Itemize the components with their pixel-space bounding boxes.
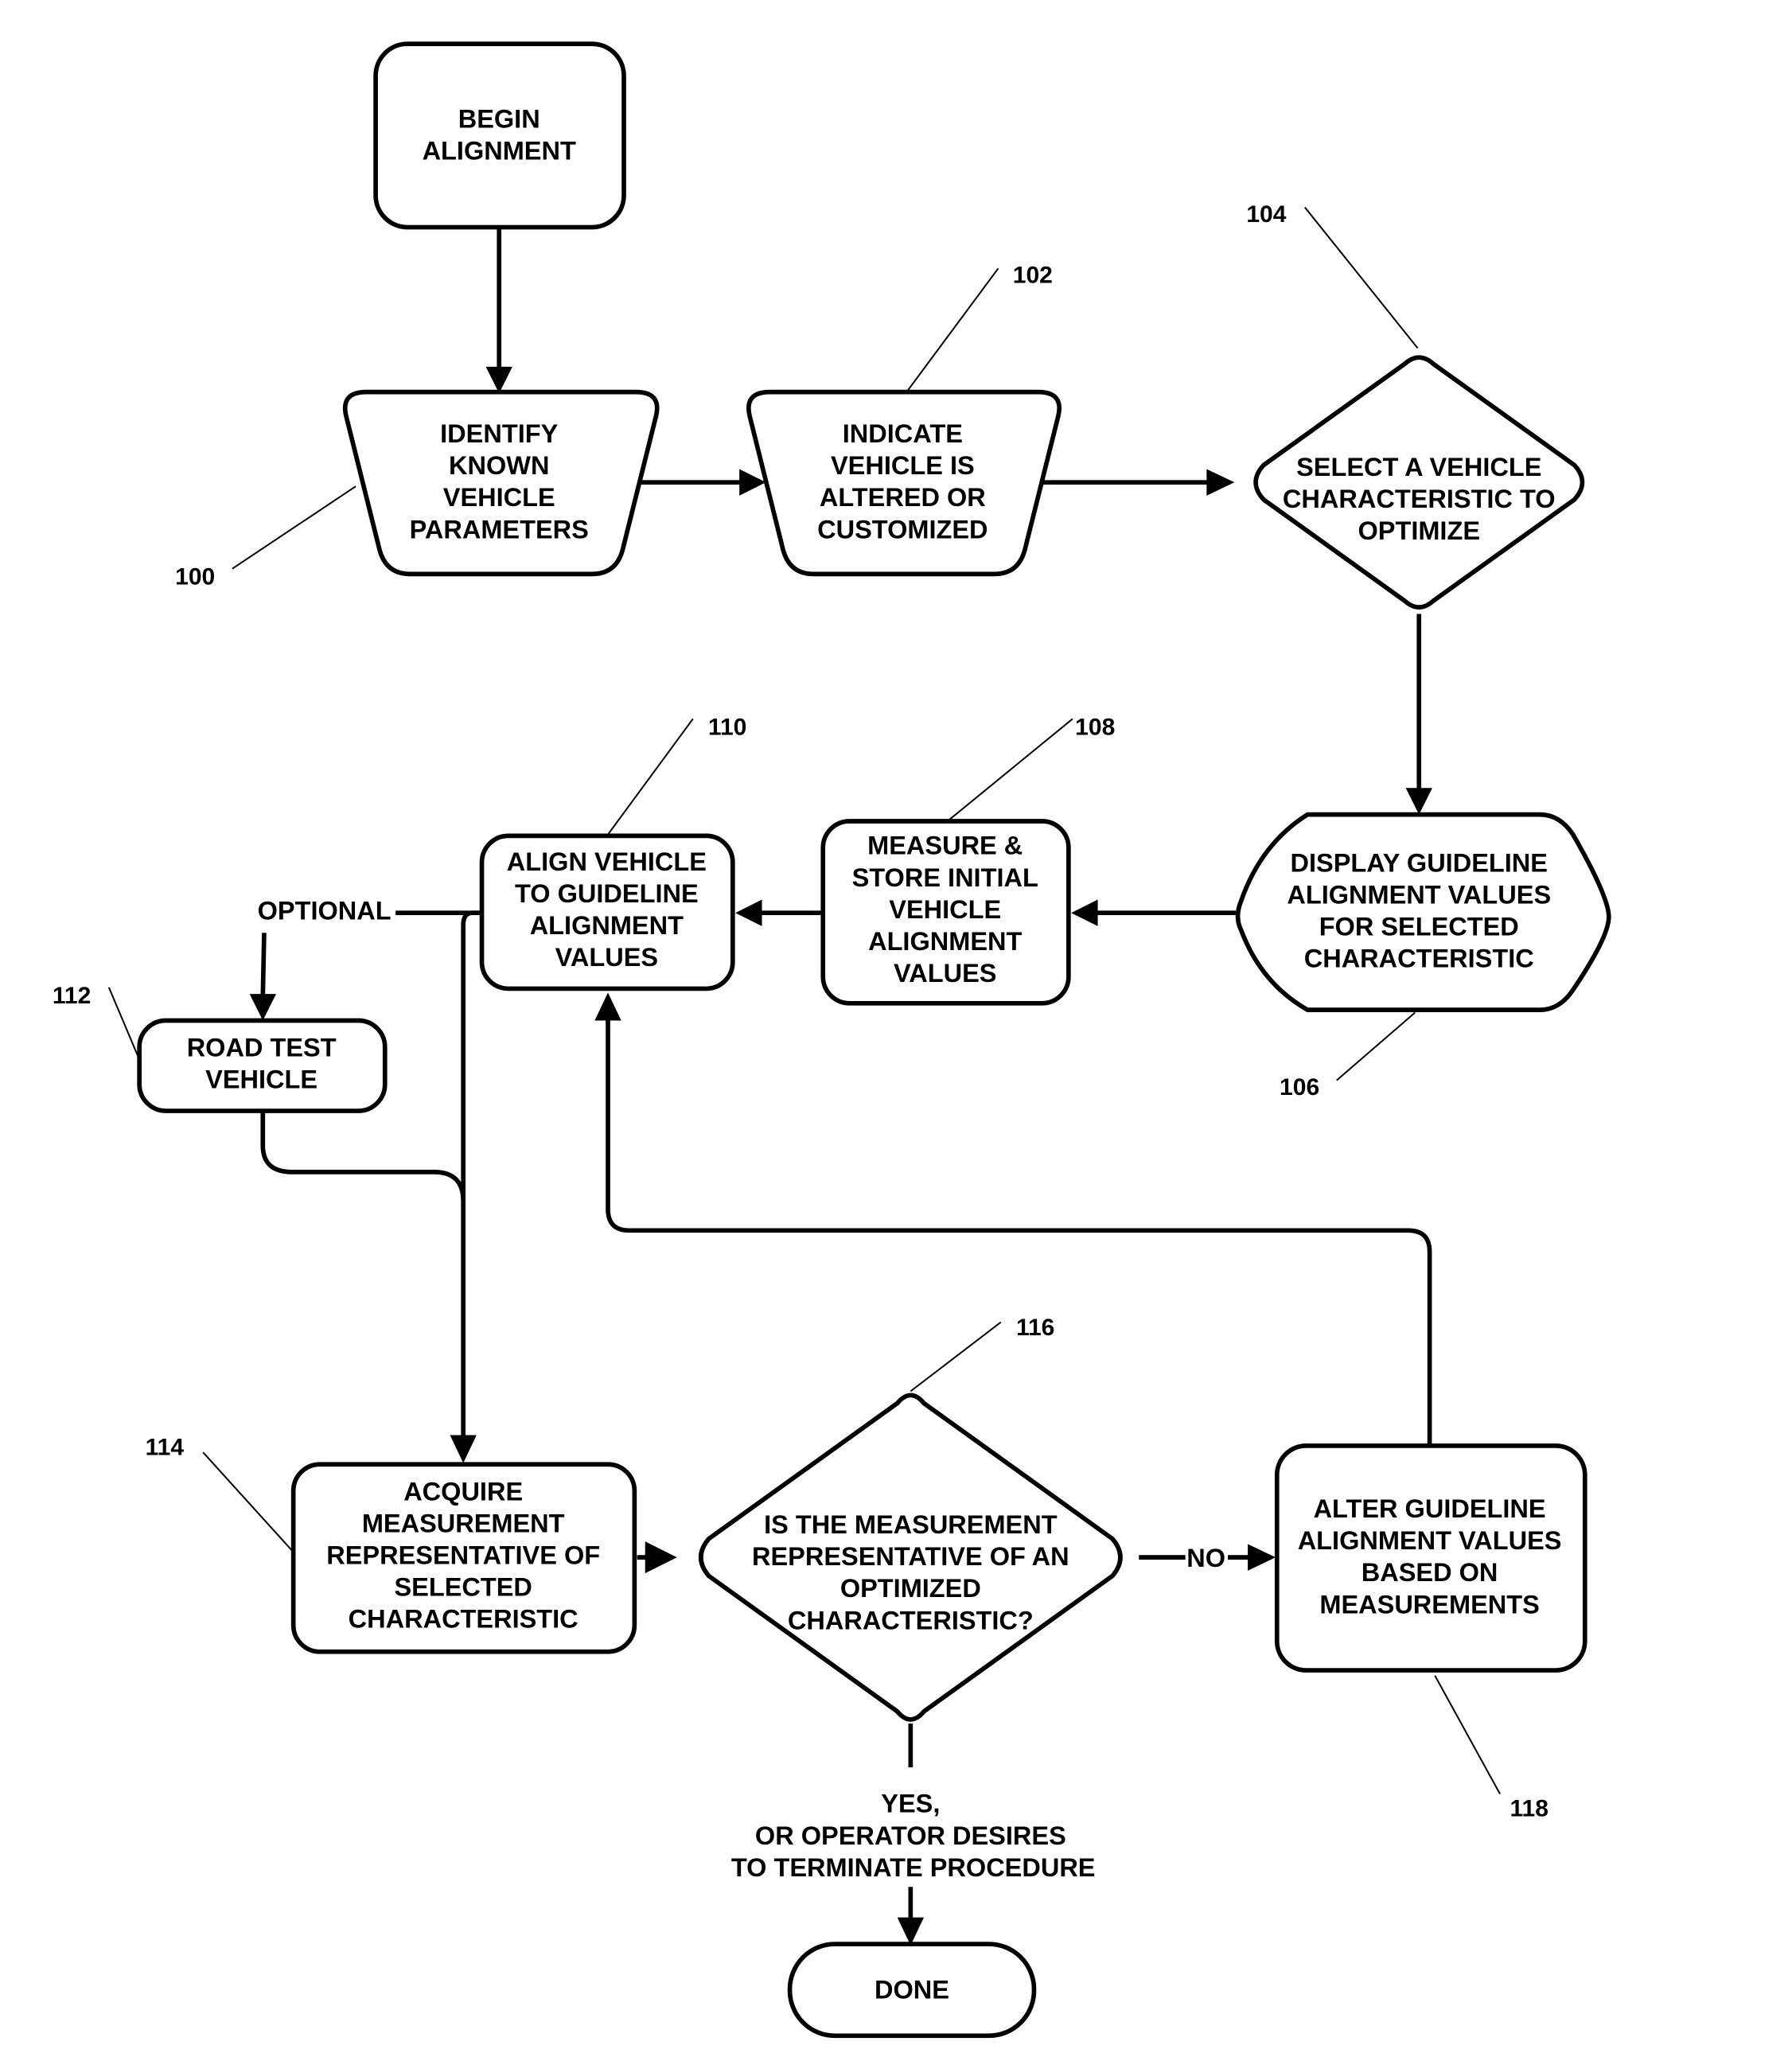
- ref-106: 106: [1280, 1074, 1319, 1101]
- node-text: DISPLAY GUIDELINE: [1291, 848, 1548, 877]
- node-text: ROAD TEST: [187, 1034, 337, 1062]
- ref-108: 108: [1075, 714, 1115, 740]
- leader-110: [607, 718, 694, 836]
- node-118-alter-guideline: ALTER GUIDELINE ALIGNMENT VALUES BASED O…: [1274, 1443, 1587, 1673]
- node-text: MEASUREMENT: [362, 1509, 565, 1537]
- node-begin-alignment: BEGIN ALIGNMENT: [373, 41, 626, 230]
- node-100-identify-parameters: IDENTIFY KNOWN VEHICLE PARAMETERS: [342, 389, 660, 577]
- node-text: ALTER GUIDELINE: [1314, 1494, 1546, 1523]
- node-done: DONE: [787, 1942, 1037, 2039]
- node-text: IDENTIFY: [440, 419, 558, 448]
- node-text: INDICATE: [843, 419, 963, 448]
- node-112-road-test: ROAD TEST VEHICLE: [137, 1018, 388, 1113]
- arrowhead-down-icon: [485, 366, 512, 394]
- node-114-acquire-measurement: ACQUIRE MEASUREMENT REPRESENTATIVE OF SE…: [290, 1462, 637, 1654]
- begin-box: [373, 41, 626, 230]
- leader-102: [906, 267, 999, 393]
- edge-optional-to-112: [260, 933, 267, 997]
- optional-label: OPTIONAL: [258, 897, 392, 925]
- node-text: CHARACTERISTIC: [349, 1605, 579, 1634]
- edge-112-to-114: [260, 1111, 466, 1202]
- node-text: VEHICLE: [205, 1065, 317, 1094]
- node-text: CUSTOMIZED: [817, 515, 988, 543]
- node-text: ALIGNMENT: [530, 911, 684, 940]
- node-text: KNOWN: [449, 451, 549, 480]
- arrowhead-down-icon: [1405, 788, 1432, 815]
- node-text: OPTIMIZED: [840, 1574, 981, 1603]
- node-text: ACQUIRE: [403, 1477, 523, 1506]
- node-text: IS THE MEASUREMENT: [764, 1510, 1058, 1539]
- arrowhead-down-icon: [249, 994, 276, 1021]
- arrowhead-left-icon: [1071, 899, 1098, 926]
- arrowhead-up-icon: [594, 992, 621, 1021]
- ref-116: 116: [1016, 1315, 1054, 1341]
- leader-108: [949, 718, 1073, 821]
- leader-114: [202, 1451, 294, 1553]
- ref-110: 110: [708, 714, 746, 740]
- leader-104: [1304, 206, 1419, 349]
- alignment-flowchart: BEGIN ALIGNMENT IDENTIFY KNOWN VEHICLE P…: [53, 41, 1611, 2039]
- ref-100: 100: [175, 564, 215, 590]
- node-text: PARAMETERS: [410, 515, 589, 543]
- ref-114: 114: [146, 1435, 185, 1461]
- node-text: CHARACTERISTIC: [1304, 945, 1534, 973]
- node-text: VALUES: [894, 959, 996, 988]
- yes-label-line: YES,: [881, 1790, 940, 1818]
- node-104-select-characteristic: SELECT A VEHICLE CHARACTERISTIC TO OPTIM…: [1253, 355, 1585, 610]
- node-110-align-vehicle: ALIGN VEHICLE TO GUIDELINE ALIGNMENT VAL…: [479, 833, 735, 991]
- leader-106: [1336, 1011, 1416, 1081]
- node-106-display-guideline: DISPLAY GUIDELINE ALIGNMENT VALUES FOR S…: [1235, 812, 1611, 1012]
- node-text: ALTERED OR: [820, 483, 986, 512]
- leader-118: [1434, 1675, 1501, 1794]
- arrowhead-right-icon: [1248, 1544, 1276, 1571]
- edge-labels: OPTIONAL NO YES, OR OPERATOR DESIRES TO …: [258, 897, 1225, 1882]
- node-text: BASED ON: [1362, 1558, 1498, 1587]
- node-text: STORE INITIAL: [852, 863, 1038, 892]
- ref-118: 118: [1510, 1796, 1548, 1822]
- leader-116: [910, 1321, 1002, 1393]
- ref-104: 104: [1246, 201, 1286, 228]
- arrowhead-right-icon: [1206, 469, 1235, 496]
- node-102-indicate-altered: INDICATE VEHICLE IS ALTERED OR CUSTOMIZE…: [746, 389, 1062, 577]
- arrowhead-down-icon: [897, 1917, 925, 1946]
- node-116-is-optimized: IS THE MEASUREMENT REPRESENTATIVE OF AN …: [698, 1393, 1123, 1722]
- arrowhead-left-icon: [735, 899, 762, 926]
- ref-102: 102: [1013, 263, 1053, 289]
- node-text: VEHICLE: [443, 483, 555, 512]
- node-text: MEASUREMENTS: [1319, 1590, 1539, 1619]
- node-108-measure-store: MEASURE & STORE INITIAL VEHICLE ALIGNMEN…: [820, 819, 1071, 1006]
- yes-label-line: TO TERMINATE PROCEDURE: [731, 1853, 1096, 1882]
- node-text: ALIGNMENT VALUES: [1287, 881, 1551, 910]
- edge-110-to-114: [461, 910, 482, 1438]
- node-text: FOR SELECTED: [1319, 913, 1519, 941]
- node-text: MEASURE &: [867, 832, 1023, 860]
- node-text: CHARACTERISTIC?: [788, 1606, 1034, 1634]
- diamond-104: [1253, 355, 1585, 610]
- node-text: VEHICLE: [889, 895, 1001, 924]
- ref-112: 112: [53, 983, 91, 1009]
- node-text: OPTIMIZE: [1358, 516, 1480, 545]
- leader-112: [107, 987, 139, 1057]
- node-text: DONE: [875, 1976, 949, 2004]
- leader-100: [232, 485, 356, 570]
- node-text: ALIGNMENT: [423, 136, 576, 165]
- no-label: NO: [1186, 1544, 1225, 1572]
- node-text: SELECT A VEHICLE: [1296, 453, 1541, 481]
- node-text: ALIGNMENT VALUES: [1298, 1526, 1562, 1555]
- node-text: REPRESENTATIVE OF: [326, 1541, 600, 1569]
- node-text: ALIGNMENT: [868, 927, 1022, 956]
- node-text: VEHICLE IS: [831, 451, 975, 480]
- node-text: TO GUIDELINE: [515, 879, 699, 908]
- node-text: REPRESENTATIVE OF AN: [752, 1542, 1069, 1571]
- yes-label-line: OR OPERATOR DESIRES: [755, 1821, 1066, 1850]
- node-text: ALIGN VEHICLE: [507, 847, 707, 876]
- node-text: CHARACTERISTIC TO: [1283, 485, 1556, 513]
- arrowhead-down-icon: [450, 1435, 477, 1463]
- node-text: SELECTED: [394, 1573, 532, 1602]
- node-text: VALUES: [555, 943, 658, 972]
- node-text: BEGIN: [458, 104, 540, 133]
